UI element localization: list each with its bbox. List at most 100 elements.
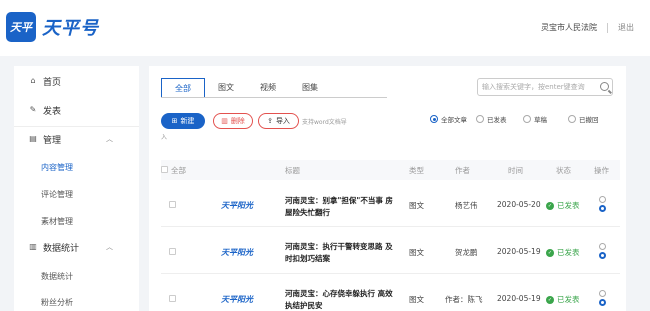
row-checkbox[interactable] (169, 248, 176, 255)
radio-icon (523, 115, 531, 123)
article-time: 2020-05-20 (497, 200, 541, 209)
tab-video[interactable]: 视频 (247, 78, 289, 98)
import-hint-tail: 入 (161, 134, 168, 141)
sidebar-subitem-materials[interactable]: 素材管理 (41, 216, 73, 227)
table-row: 天平阳光 河南灵宝：执行干警转变思路 及时扣划巧结案 图文 贺龙鹏 2020-0… (161, 228, 620, 274)
radio-icon (568, 115, 576, 123)
header-title: 标题 (285, 166, 300, 175)
article-author: 作者：陈飞 (445, 295, 483, 304)
article-type: 图文 (409, 201, 424, 210)
edit-icon: ✎ (29, 105, 37, 114)
article-title[interactable]: 河南灵宝：心存侥幸躲执行 高效执结护民安 (285, 288, 400, 311)
sidebar-item-label: 管理 (43, 135, 62, 146)
filter-withdrawn[interactable]: 已撤回 (568, 114, 599, 124)
filter-all[interactable]: 全部文章 (430, 114, 467, 124)
row-actions (599, 196, 609, 212)
table-header: 全部 标题 类型 作者 时间 状态 操作 (161, 160, 620, 180)
header-time: 时间 (508, 166, 523, 175)
new-button[interactable]: ⊞ 新建 (161, 113, 205, 129)
sidebar-item-label: 数据统计 (43, 243, 80, 254)
gear-icon[interactable] (599, 252, 606, 259)
home-icon: ⌂ (30, 76, 36, 85)
header-ops: 操作 (594, 166, 609, 175)
header-type: 类型 (409, 166, 424, 175)
header-author: 作者 (455, 166, 470, 175)
article-type: 图文 (409, 295, 424, 304)
status-badge: ✓ 已发表 (546, 247, 580, 258)
row-checkbox[interactable] (169, 295, 176, 302)
article-thumbnail[interactable]: 天平阳光 (221, 294, 253, 305)
sidebar-subitem-data[interactable]: 数据统计 (41, 271, 73, 282)
top-header: 天平 天平号 灵宝市人民法院 退出 (0, 0, 650, 56)
check-circle-icon: ✓ (546, 248, 554, 257)
sidebar-divider (14, 126, 139, 127)
tab-all[interactable]: 全部 (161, 78, 205, 98)
gear-icon[interactable] (599, 205, 606, 212)
filter-label: 已发表 (487, 116, 507, 124)
logout-link[interactable]: 退出 (618, 22, 634, 33)
edit-icon[interactable] (599, 290, 606, 297)
search-input[interactable] (478, 79, 596, 95)
logo-badge: 天平 (6, 12, 36, 42)
article-author: 贺龙鹏 (455, 248, 478, 257)
sidebar-item-manage[interactable]: ▤ 管理 ︿ (14, 128, 139, 150)
content-panel: 全部 图文 视频 图集 ⊞ 新建 ▥ 删除 ⇪ 导入 支持word文档导 入 全… (149, 66, 626, 311)
sidebar-item-label: 发表 (43, 106, 62, 117)
table-row: 天平阳光 河南灵宝：心存侥幸躲执行 高效执结护民安 图文 作者：陈飞 2020-… (161, 275, 620, 311)
edit-icon[interactable] (599, 243, 606, 250)
new-button-label: 新建 (180, 117, 195, 125)
status-badge: ✓ 已发表 (546, 294, 580, 305)
check-circle-icon: ✓ (546, 295, 554, 304)
header-right: 灵宝市人民法院 退出 (541, 22, 634, 33)
org-name[interactable]: 灵宝市人民法院 (541, 22, 597, 33)
status-label: 已发表 (557, 295, 580, 304)
import-hint: 支持word文档导 (302, 119, 347, 126)
article-title[interactable]: 河南灵宝：执行干警转变思路 及时扣划巧结案 (285, 241, 400, 265)
row-actions (599, 243, 609, 259)
sidebar-item-home[interactable]: ⌂ 首页 (14, 70, 139, 92)
article-author: 杨艺伟 (455, 201, 478, 210)
chart-icon: ▥ (29, 242, 37, 251)
delete-button-label: 删除 (230, 117, 245, 125)
filter-published[interactable]: 已发表 (476, 114, 507, 124)
tabs-underline (161, 97, 387, 98)
row-actions (599, 290, 609, 306)
edit-icon[interactable] (599, 196, 606, 203)
radio-icon (476, 115, 484, 123)
sidebar: ⌂ 首页 ✎ 发表 ▤ 管理 ︿ 内容管理 评论管理 素材管理 ▥ 数据统计 ︿… (14, 66, 139, 311)
app-logo[interactable]: 天平 天平号 (6, 12, 99, 42)
sidebar-item-publish[interactable]: ✎ 发表 (14, 99, 139, 121)
sidebar-item-stats[interactable]: ▥ 数据统计 ︿ (14, 236, 139, 258)
delete-button[interactable]: ▥ 删除 (213, 113, 253, 129)
tab-article[interactable]: 图文 (205, 78, 247, 98)
filter-label: 已撤回 (579, 116, 599, 124)
sidebar-subitem-fans[interactable]: 粉丝分析 (41, 297, 73, 308)
filter-draft[interactable]: 草稿 (523, 114, 547, 124)
article-time: 2020-05-19 (497, 294, 541, 303)
trash-icon: ▥ (221, 117, 228, 125)
status-label: 已发表 (557, 201, 580, 210)
article-thumbnail[interactable]: 天平阳光 (221, 247, 253, 258)
table-row: 天平阳光 河南灵宝：别拿"担保"不当事 房屋险失忙翻行 图文 杨艺伟 2020-… (161, 181, 620, 227)
header-status: 状态 (556, 166, 571, 175)
select-all-checkbox[interactable] (161, 166, 168, 173)
sidebar-subitem-comments[interactable]: 评论管理 (41, 189, 73, 200)
article-type: 图文 (409, 248, 424, 257)
sidebar-item-label: 首页 (43, 77, 62, 88)
status-badge: ✓ 已发表 (546, 200, 580, 211)
article-thumbnail[interactable]: 天平阳光 (221, 200, 253, 211)
filter-label: 草稿 (534, 116, 547, 124)
import-button[interactable]: ⇪ 导入 (258, 113, 299, 129)
gear-icon[interactable] (599, 299, 606, 306)
sidebar-subitem-content[interactable]: 内容管理 (41, 162, 73, 173)
tab-gallery[interactable]: 图集 (289, 78, 331, 98)
article-title[interactable]: 河南灵宝：别拿"担保"不当事 房屋险失忙翻行 (285, 195, 400, 219)
search-box (477, 78, 613, 96)
status-label: 已发表 (557, 248, 580, 257)
header-divider (607, 22, 608, 33)
manage-icon: ▤ (29, 134, 37, 143)
filter-label: 全部文章 (441, 116, 467, 124)
row-checkbox[interactable] (169, 201, 176, 208)
search-icon[interactable] (600, 82, 609, 91)
check-circle-icon: ✓ (546, 201, 554, 210)
